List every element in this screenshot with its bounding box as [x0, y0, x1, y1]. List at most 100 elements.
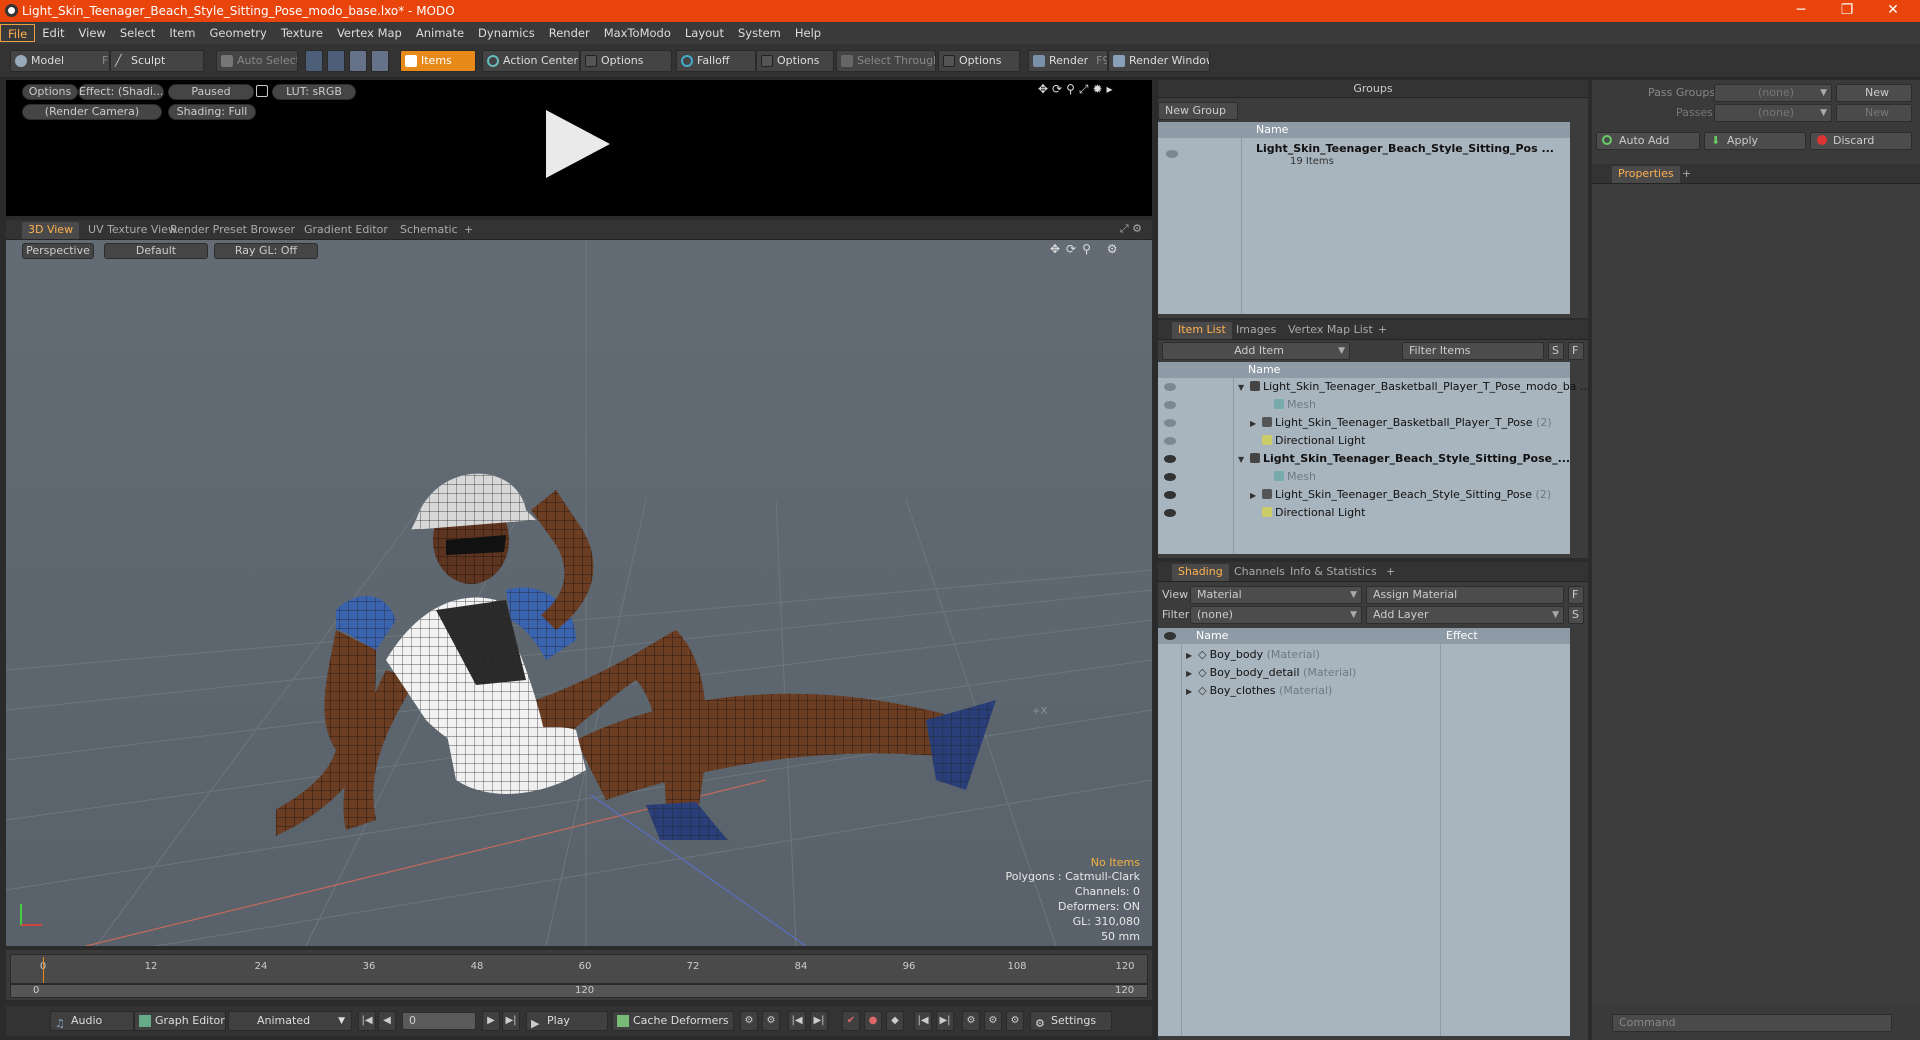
perspective-dropdown[interactable]: Perspective: [22, 243, 94, 259]
filter-dropdown[interactable]: (none) ▼: [1190, 606, 1362, 624]
item-row[interactable]: ▶ Light_Skin_Teenager_Basketball_Player_T…: [1250, 414, 1552, 432]
tab-info-statistics[interactable]: Info & Statistics: [1284, 564, 1383, 581]
expand-arrow-icon[interactable]: ▶: [1250, 487, 1262, 505]
preview-options-button[interactable]: Options: [22, 84, 78, 100]
tab-schematic[interactable]: Schematic: [394, 222, 464, 239]
animated-dropdown[interactable]: Animated ▼: [228, 1011, 352, 1031]
graph-editor-button[interactable]: Graph Editor: [134, 1011, 226, 1031]
item-row[interactable]: Directional Light: [1250, 432, 1365, 450]
filter-items-input[interactable]: Filter Items: [1402, 342, 1544, 360]
tab-channels[interactable]: Channels: [1228, 564, 1291, 581]
play-button[interactable]: ▶ Play: [526, 1011, 608, 1031]
prev-key-icon[interactable]: |◀: [788, 1011, 806, 1031]
tab-add-tab[interactable]: +: [458, 222, 479, 239]
minimize-button[interactable]: ─: [1778, 0, 1824, 22]
tab-shading[interactable]: Shading: [1172, 564, 1229, 581]
action-center-button[interactable]: Action Center: [482, 50, 580, 72]
camera-dropdown[interactable]: (Render Camera): [22, 104, 162, 120]
material-select-icon[interactable]: [371, 50, 389, 72]
menu-layout[interactable]: Layout: [678, 24, 731, 42]
edge-select-icon[interactable]: [327, 50, 345, 72]
polygon-select-icon[interactable]: [349, 50, 367, 72]
channel-icon[interactable]: ⚙: [962, 1011, 980, 1031]
frame-input[interactable]: 0: [402, 1012, 476, 1030]
record-icon[interactable]: ●: [864, 1011, 882, 1031]
shading-f-button[interactable]: F: [1568, 586, 1584, 604]
auto-add-button[interactable]: Auto Add: [1596, 132, 1700, 150]
command-input[interactable]: Command: [1612, 1014, 1892, 1032]
add-item-dropdown[interactable]: Add Item ▼: [1162, 342, 1350, 360]
assign-material-button[interactable]: Assign Material: [1366, 586, 1564, 604]
action-center-options-button[interactable]: Options: [580, 50, 672, 72]
character-mesh[interactable]: [276, 340, 996, 840]
item-list-f-button[interactable]: F: [1568, 342, 1584, 360]
channel3-icon[interactable]: ⚙: [1006, 1011, 1024, 1031]
falloff-options-button[interactable]: Options: [756, 50, 834, 72]
add-layer-dropdown[interactable]: Add Layer ▼: [1366, 606, 1564, 624]
shading-style-dropdown[interactable]: Default: [104, 243, 208, 259]
menu-vertex-map[interactable]: Vertex Map: [330, 24, 409, 42]
step-back-icon[interactable]: ◀: [378, 1011, 396, 1031]
item-visibility-icon[interactable]: [1164, 473, 1176, 481]
items-mode-button[interactable]: Items: [400, 50, 476, 72]
settings-button[interactable]: ⚙ Settings: [1030, 1011, 1112, 1031]
item-visibility-icon[interactable]: [1164, 509, 1176, 517]
expand-arrow-icon[interactable]: ▶: [1186, 651, 1192, 660]
menu-select[interactable]: Select: [113, 24, 162, 42]
menu-edit[interactable]: Edit: [35, 24, 71, 42]
item-row[interactable]: ▼ Light_Skin_Teenager_Basketball_Player_T…: [1238, 378, 1590, 396]
paused-toggle[interactable]: Paused: [168, 84, 254, 100]
passes-dropdown[interactable]: (none) ▼: [1714, 104, 1832, 122]
viewport-nav-icons[interactable]: ✥⟳⚲ ⚙: [1050, 242, 1123, 256]
cache-deformers-button[interactable]: Cache Deformers: [612, 1011, 734, 1031]
play-icon[interactable]: [546, 110, 610, 178]
menu-render[interactable]: Render: [542, 24, 597, 42]
sculpt-mode-button[interactable]: ╱ Sculpt: [110, 50, 204, 72]
tab-add-tab[interactable]: +: [1372, 322, 1393, 339]
render-window-button[interactable]: Render Window: [1108, 50, 1210, 72]
key-tool2-icon[interactable]: ⚙: [762, 1011, 780, 1031]
tab-item-list[interactable]: Item List: [1172, 322, 1232, 339]
tab-gradient-editor[interactable]: Gradient Editor: [298, 222, 394, 239]
item-visibility-icon[interactable]: [1164, 419, 1176, 427]
prev-frame-icon[interactable]: |◀: [914, 1011, 932, 1031]
expand-arrow-icon[interactable]: ▼: [1238, 451, 1250, 469]
close-button[interactable]: ✕: [1870, 0, 1916, 22]
item-visibility-icon[interactable]: [1164, 491, 1176, 499]
item-row[interactable]: Mesh: [1262, 468, 1316, 486]
tab-vertex-map-list[interactable]: Vertex Map List: [1282, 322, 1379, 339]
menu-view[interactable]: View: [72, 24, 113, 42]
group-visibility-icon[interactable]: [1166, 150, 1178, 158]
expand-arrow-icon[interactable]: ▶: [1250, 415, 1262, 433]
timeline-ruler[interactable]: 01224364860728496108120: [10, 954, 1148, 984]
shader-visibility-icon[interactable]: [1164, 632, 1176, 640]
tab-3d-view[interactable]: 3D View: [22, 222, 80, 239]
menu-file[interactable]: File: [0, 24, 36, 42]
item-row[interactable]: Directional Light: [1250, 504, 1365, 522]
item-visibility-icon[interactable]: [1164, 401, 1176, 409]
add-properties-tab[interactable]: +: [1676, 166, 1697, 183]
auto-key-icon[interactable]: ◆: [886, 1011, 904, 1031]
item-list-s-button[interactable]: S: [1548, 342, 1564, 360]
expand-arrow-icon[interactable]: ▼: [1238, 379, 1250, 397]
next-key-icon[interactable]: ▶|: [810, 1011, 828, 1031]
view-dropdown[interactable]: Material ▼: [1190, 586, 1362, 604]
preview-nav-icons[interactable]: ✥⟳⚲⤢✹▸: [1038, 82, 1117, 97]
menu-item[interactable]: Item: [162, 24, 202, 42]
pass-groups-dropdown[interactable]: (none) ▼: [1714, 84, 1832, 102]
material-row[interactable]: ▶ ◇ Boy_clothes (Material): [1186, 682, 1332, 700]
go-to-end-icon[interactable]: ▶|: [502, 1011, 520, 1031]
new-pass-button[interactable]: New: [1836, 104, 1912, 122]
tab-images[interactable]: Images: [1230, 322, 1282, 339]
step-forward-icon[interactable]: ▶: [482, 1011, 500, 1031]
go-to-start-icon[interactable]: |◀: [358, 1011, 376, 1031]
current-frame-marker[interactable]: [43, 957, 44, 983]
render-button[interactable]: RenderF9: [1028, 50, 1108, 72]
falloff-button[interactable]: Falloff: [676, 50, 756, 72]
item-visibility-icon[interactable]: [1164, 437, 1176, 445]
tab-add-tab[interactable]: +: [1380, 564, 1401, 581]
lock-icon[interactable]: [256, 85, 268, 97]
new-pass-group-button[interactable]: New: [1836, 84, 1912, 102]
menu-geometry[interactable]: Geometry: [203, 24, 274, 42]
material-row[interactable]: ▶ ◇ Boy_body_detail (Material): [1186, 664, 1356, 682]
